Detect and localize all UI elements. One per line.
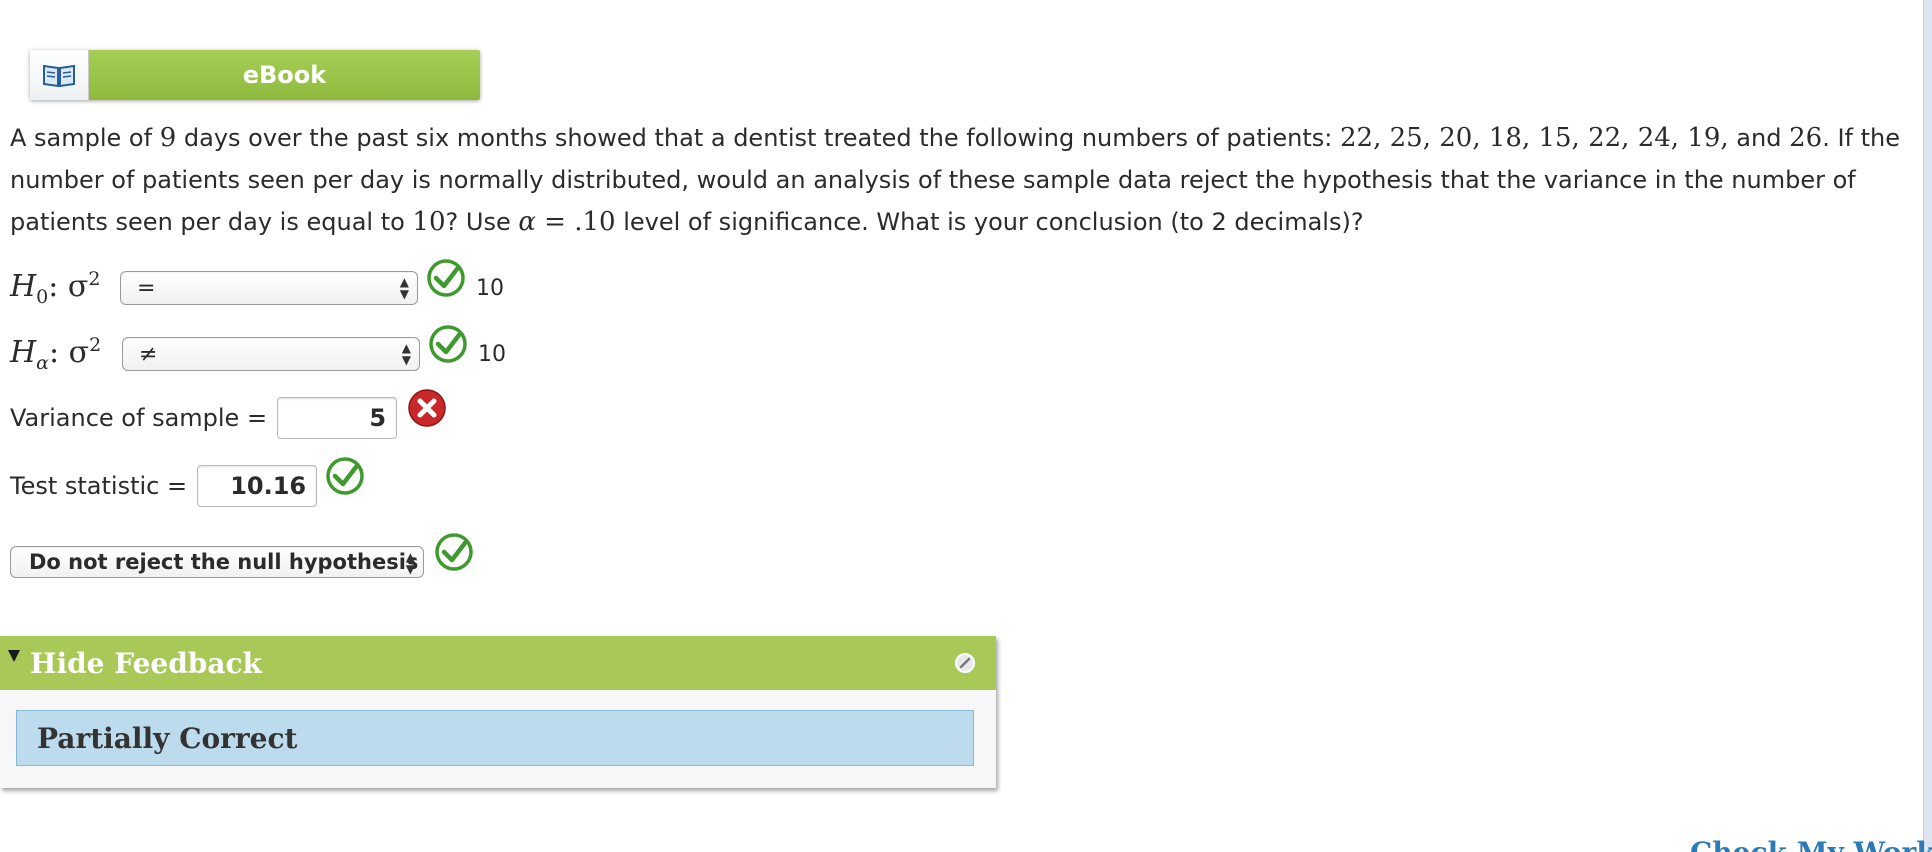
null-operator-value: =: [137, 275, 156, 301]
last-data-value: 26: [1789, 123, 1823, 153]
conclusion-row: Do not reject the null hypothesis ▲ ▼: [10, 533, 474, 582]
correct-check-icon: [429, 325, 467, 363]
feedback-header-label: Hide Feedback: [30, 646, 262, 680]
variance-row: Variance of sample = 5: [10, 389, 447, 439]
ebook-button[interactable]: eBook: [30, 50, 480, 100]
ebook-label: eBook: [89, 50, 480, 100]
variance-input[interactable]: 5: [277, 397, 398, 439]
page: eBook A sample of 9 days over the past s…: [0, 0, 1932, 852]
hypothesized-variance: 10: [412, 207, 446, 237]
select-arrows-icon: ▲ ▼: [405, 550, 415, 576]
question-text: A sample of 9 days over the past six mon…: [10, 123, 1900, 237]
test-statistic-input[interactable]: 10.16: [197, 465, 318, 507]
check-my-work-link[interactable]: Check My Work: [1690, 836, 1932, 852]
pin-icon[interactable]: [954, 652, 976, 674]
book-icon: [30, 50, 89, 100]
alternative-hypothesis-row: Hα: σ2 ≠ ▲ ▼ 10: [10, 325, 506, 374]
triangle-down-icon: [8, 650, 20, 662]
conclusion-value: Do not reject the null hypothesis: [29, 550, 419, 574]
alpha-value: = .10: [535, 207, 616, 237]
correct-check-icon: [427, 259, 465, 297]
correct-check-icon: [326, 457, 364, 495]
select-arrows-icon: ▲ ▼: [399, 275, 409, 301]
null-hypothesis-operator-select[interactable]: = ▲ ▼: [120, 271, 418, 305]
sample-size: 9: [159, 123, 177, 153]
alternative-hypothesis-operator-select[interactable]: ≠ ▲ ▼: [122, 337, 420, 371]
variance-label: Variance of sample =: [10, 404, 268, 432]
hide-feedback-toggle[interactable]: Hide Feedback: [0, 636, 996, 690]
alpha-symbol: α: [518, 207, 536, 237]
select-arrows-icon: ▲ ▼: [401, 341, 411, 367]
conclusion-select[interactable]: Do not reject the null hypothesis ▲ ▼: [10, 546, 424, 578]
test-statistic-row: Test statistic = 10.16: [10, 457, 365, 507]
feedback-status-box: Partially Correct: [16, 710, 974, 766]
null-hypothesis-value: 10: [476, 275, 504, 301]
feedback-status: Partially Correct: [37, 721, 298, 755]
alternative-operator-value: ≠: [139, 341, 158, 367]
alternative-hypothesis-value: 10: [478, 341, 506, 367]
null-hypothesis-row: H0: σ2 = ▲ ▼ 10: [10, 259, 504, 308]
alternative-hypothesis-label: Hα: σ2: [10, 334, 102, 374]
test-statistic-label: Test statistic =: [10, 472, 188, 500]
correct-check-icon: [435, 533, 473, 571]
data-values: 22, 25, 20, 18, 15, 22, 24, 19,: [1340, 123, 1729, 153]
null-hypothesis-label: H0: σ2: [10, 268, 101, 308]
incorrect-x-icon: [408, 389, 446, 427]
feedback-panel: Hide Feedback Partially Correct: [0, 636, 996, 788]
scrollbar-track[interactable]: [1923, 0, 1932, 852]
